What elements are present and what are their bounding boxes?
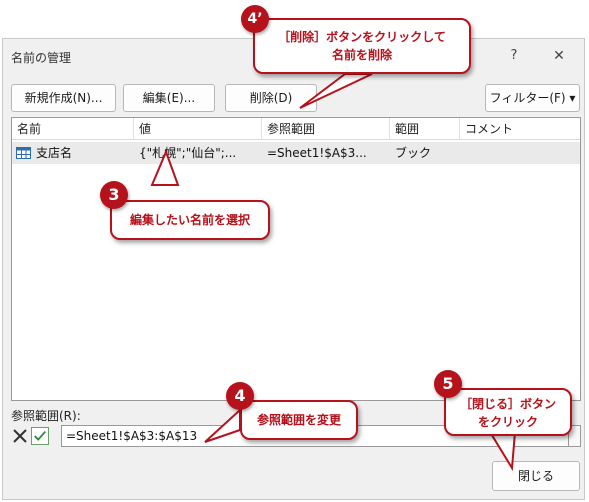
step-5-badge: 5 — [434, 370, 462, 398]
callout-close: ［閉じる］ボタン をクリック — [444, 388, 572, 436]
callout-change-ref: 参照範囲を変更 — [240, 400, 358, 440]
callout-close-line2: をクリック — [477, 415, 538, 429]
callout-delete: ［削除］ボタンをクリックして 名前を削除 — [253, 18, 471, 74]
leader-4prime — [299, 73, 373, 109]
leader-4 — [204, 407, 241, 443]
step-4-badge: 4 — [226, 382, 254, 410]
callout-delete-line2: 名前を削除 — [331, 48, 392, 62]
leader-5 — [488, 431, 517, 472]
callout-delete-line1: ［削除］ボタンをクリックして — [278, 30, 446, 44]
leader-3 — [150, 149, 180, 186]
step-3-badge: 3 — [100, 181, 128, 209]
callout-select: 編集したい名前を選択 — [110, 200, 270, 240]
callout-close-line1: ［閉じる］ボタン — [459, 397, 556, 411]
step-4prime-badge: 4’ — [241, 5, 269, 33]
